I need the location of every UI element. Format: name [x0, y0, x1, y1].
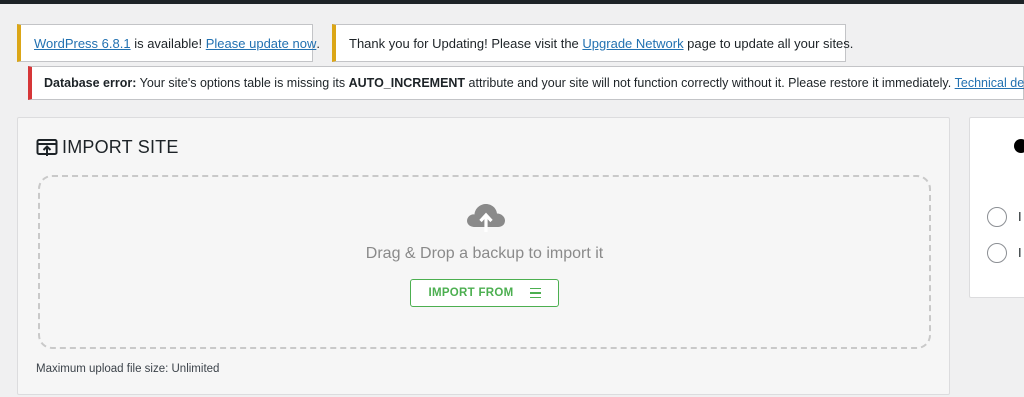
max-upload-size: Maximum upload file size: Unlimited: [36, 363, 220, 375]
upgrade-notice-suffix: page to update all your sites.: [683, 35, 854, 51]
database-error-notice: Database error: Your site's options tabl…: [28, 66, 1024, 100]
database-error-label: Database error:: [44, 76, 137, 90]
option-radio-2[interactable]: [987, 243, 1007, 263]
update-notice-text: is available!: [130, 35, 206, 51]
import-site-card: IMPORT SITE Drag & Drop a backup to impo…: [17, 117, 950, 395]
admin-top-bar: [0, 0, 1024, 4]
cloud-upload-icon: [465, 201, 507, 238]
database-error-text2: attribute and your site will not functio…: [465, 76, 955, 90]
option-label-1: I: [1018, 209, 1022, 224]
import-site-title-text: IMPORT SITE: [62, 137, 179, 157]
technical-details-link[interactable]: Technical details: [955, 76, 1024, 90]
import-from-button[interactable]: IMPORT FROM: [410, 279, 559, 307]
import-site-title: IMPORT SITE: [36, 137, 179, 158]
backup-dropzone[interactable]: Drag & Drop a backup to import it IMPORT…: [38, 175, 931, 349]
drag-drop-text: Drag & Drop a backup to import it: [365, 245, 604, 262]
please-update-link[interactable]: Please update now: [206, 36, 317, 51]
update-notice: WordPress 6.8.1 is available! Please upd…: [17, 24, 320, 62]
upgrade-network-link[interactable]: Upgrade Network: [582, 36, 683, 51]
menu-icon: [529, 287, 541, 299]
wordpress-version-link[interactable]: WordPress 6.8.1: [34, 36, 131, 51]
update-notice-end: .: [316, 35, 320, 51]
import-icon: [36, 138, 58, 158]
import-from-label: IMPORT FROM: [428, 287, 514, 299]
option-label-2: I: [1018, 245, 1022, 260]
auto-increment-code: AUTO_INCREMENT: [348, 76, 466, 90]
option-radio-1[interactable]: [987, 207, 1007, 227]
upgrade-network-notice: Thank you for Updating! Please visit the…: [332, 24, 853, 62]
database-error-text1: Your site's options table is missing its: [136, 76, 349, 90]
status-dot-icon: [1014, 139, 1024, 153]
upgrade-notice-prefix: Thank you for Updating! Please visit the: [349, 35, 583, 51]
